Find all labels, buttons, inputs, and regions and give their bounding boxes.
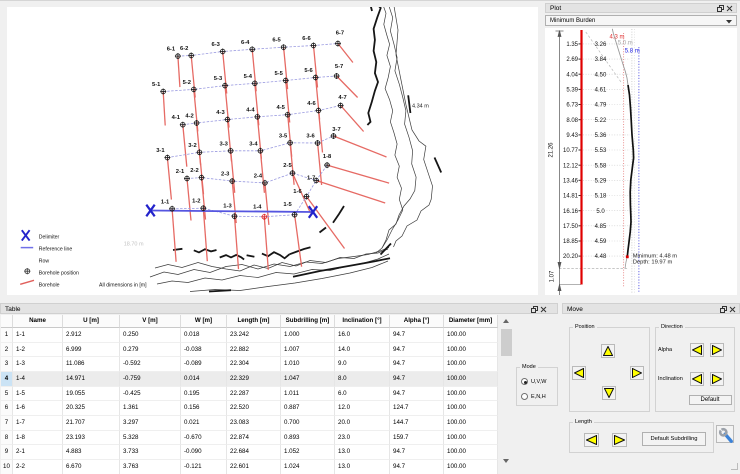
svg-text:1-7: 1-7 <box>307 176 315 182</box>
svg-text:Reference line: Reference line <box>39 247 73 253</box>
svg-text:3.84: 3.84 <box>595 57 607 63</box>
svg-text:1-3: 1-3 <box>223 204 232 210</box>
svg-text:1.35: 1.35 <box>566 42 578 48</box>
svg-text:6-5: 6-5 <box>272 38 281 44</box>
svg-text:3-6: 3-6 <box>306 134 315 140</box>
svg-text:8.08: 8.08 <box>566 118 578 124</box>
svg-text:5.36: 5.36 <box>595 133 607 139</box>
svg-text:4-3: 4-3 <box>216 110 225 116</box>
svg-text:5.22: 5.22 <box>595 118 607 124</box>
svg-text:5.18: 5.18 <box>595 194 607 200</box>
svg-text:Borehole position: Borehole position <box>39 270 79 276</box>
svg-text:4.04: 4.04 <box>566 72 578 78</box>
svg-text:13.46: 13.46 <box>563 178 579 184</box>
svg-text:4-7: 4-7 <box>338 95 346 101</box>
svg-text:Delimiter: Delimiter <box>39 235 60 241</box>
svg-text:5.39: 5.39 <box>566 88 578 94</box>
svg-text:5.0 m: 5.0 m <box>618 41 633 47</box>
svg-text:4.48: 4.48 <box>595 254 607 260</box>
svg-text:5-5: 5-5 <box>275 71 284 77</box>
svg-text:18.70 m: 18.70 m <box>124 242 144 248</box>
svg-text:2-1: 2-1 <box>176 169 185 175</box>
svg-text:6-3: 6-3 <box>212 42 221 48</box>
svg-text:16.16: 16.16 <box>563 209 579 215</box>
svg-text:1-5: 1-5 <box>283 202 292 208</box>
svg-text:21.26: 21.26 <box>549 142 555 158</box>
svg-text:5.53: 5.53 <box>595 148 607 154</box>
svg-text:4-5: 4-5 <box>277 105 286 111</box>
svg-text:1-4: 1-4 <box>253 204 262 210</box>
svg-text:3-4: 3-4 <box>249 141 258 147</box>
svg-text:5.29: 5.29 <box>595 178 607 184</box>
svg-text:5-1: 5-1 <box>152 82 161 88</box>
svg-text:Borehole: Borehole <box>39 283 60 289</box>
svg-text:6-1: 6-1 <box>167 47 176 53</box>
svg-text:4-2: 4-2 <box>185 114 193 120</box>
svg-text:4.61: 4.61 <box>595 88 607 94</box>
svg-text:6-6: 6-6 <box>302 36 311 42</box>
svg-text:3-2: 3-2 <box>188 143 196 149</box>
svg-text:4.34 m: 4.34 m <box>412 104 429 110</box>
svg-text:5.0: 5.0 <box>596 209 605 215</box>
svg-text:4.3 m: 4.3 m <box>610 35 625 41</box>
svg-text:1.07: 1.07 <box>550 270 556 282</box>
svg-text:2.69: 2.69 <box>566 57 578 63</box>
svg-text:Depth: 19.97 m: Depth: 19.97 m <box>633 259 673 265</box>
svg-text:3.26: 3.26 <box>595 42 607 48</box>
svg-text:3-7: 3-7 <box>332 127 340 133</box>
svg-text:6.73: 6.73 <box>566 103 578 109</box>
svg-text:2-5: 2-5 <box>283 163 292 169</box>
svg-text:1-8: 1-8 <box>323 154 332 160</box>
svg-text:4.59: 4.59 <box>595 239 607 245</box>
svg-text:3-1: 3-1 <box>156 148 165 154</box>
svg-text:3-5: 3-5 <box>279 133 288 139</box>
svg-text:10.77: 10.77 <box>563 148 579 154</box>
svg-text:2-3: 2-3 <box>221 172 230 178</box>
svg-text:2-2: 2-2 <box>190 168 198 174</box>
svg-text:5-7: 5-7 <box>335 64 343 70</box>
svg-text:6-7: 6-7 <box>336 31 344 37</box>
svg-text:4.79: 4.79 <box>595 103 607 109</box>
svg-text:1-6: 1-6 <box>293 189 302 195</box>
svg-text:17.50: 17.50 <box>563 224 579 230</box>
svg-text:14.81: 14.81 <box>563 194 579 200</box>
svg-text:4.85: 4.85 <box>595 224 607 230</box>
svg-text:4-4: 4-4 <box>246 107 255 113</box>
svg-text:4-1: 4-1 <box>172 115 181 121</box>
svg-text:5-6: 5-6 <box>304 68 313 74</box>
svg-text:2-4: 2-4 <box>254 173 263 179</box>
svg-text:9.43: 9.43 <box>566 133 578 139</box>
svg-text:20.20: 20.20 <box>563 254 579 260</box>
svg-text:1-2: 1-2 <box>192 199 200 205</box>
svg-text:3-3: 3-3 <box>220 141 229 147</box>
svg-text:1-1: 1-1 <box>161 199 170 205</box>
svg-text:6-2: 6-2 <box>180 46 188 52</box>
svg-text:5-4: 5-4 <box>244 74 253 80</box>
svg-text:5-2: 5-2 <box>183 80 191 86</box>
svg-text:6-4: 6-4 <box>241 40 250 46</box>
svg-text:4.50: 4.50 <box>595 72 607 78</box>
svg-text:5.58: 5.58 <box>595 163 607 169</box>
svg-text:Row: Row <box>39 258 50 264</box>
svg-text:4-6: 4-6 <box>307 101 316 107</box>
svg-text:All dimensions in [m]: All dimensions in [m] <box>99 283 147 289</box>
svg-text:5.8 m: 5.8 m <box>625 48 640 54</box>
svg-text:12.12: 12.12 <box>563 163 579 169</box>
svg-text:5-3: 5-3 <box>214 76 223 82</box>
svg-text:18.85: 18.85 <box>563 239 579 245</box>
